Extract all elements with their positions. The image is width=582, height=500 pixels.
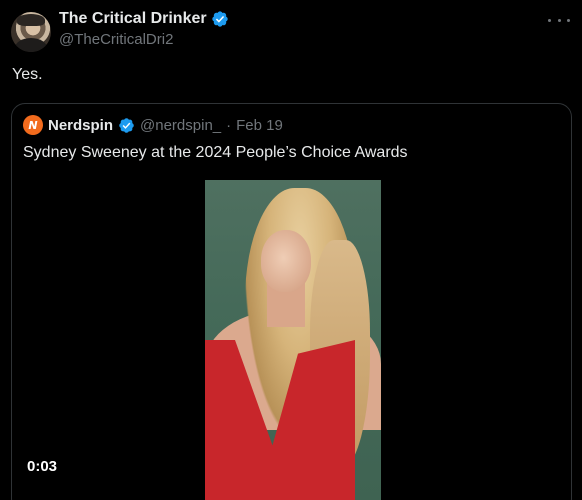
- more-dot: [548, 18, 551, 22]
- verified-badge-icon: [119, 117, 134, 133]
- author-avatar[interactable]: [11, 12, 51, 52]
- avatar-body: [15, 38, 47, 52]
- quote-text: Sydney Sweeney at the 2024 People’s Choi…: [23, 144, 408, 161]
- more-dot: [567, 18, 570, 22]
- author-name[interactable]: The Critical Drinker: [59, 10, 207, 28]
- more-horizontal-icon[interactable]: [548, 12, 570, 28]
- quoted-tweet[interactable]: N Nerdspin @nerdspin_ · Feb 19 Sydney Sw…: [11, 103, 572, 500]
- separator-dot: ·: [226, 116, 232, 134]
- nerdspin-avatar[interactable]: N: [23, 115, 43, 135]
- avatar-hat: [17, 14, 45, 26]
- video-timer: 0:03: [27, 458, 58, 475]
- author-row: The Critical Drinker: [59, 10, 229, 28]
- quote-author-name[interactable]: Nerdspin: [48, 117, 113, 134]
- photo-face: [261, 230, 311, 292]
- more-dot: [557, 18, 561, 22]
- tweet: The Critical Drinker @TheCriticalDri2 Ye…: [0, 0, 582, 500]
- tweet-text: Yes.: [12, 66, 43, 83]
- quote-date[interactable]: Feb 19: [236, 117, 283, 134]
- verified-badge-icon: [211, 11, 228, 27]
- quote-header: N Nerdspin @nerdspin_ · Feb 19: [23, 115, 283, 135]
- quote-author-handle[interactable]: @nerdspin_: [140, 117, 221, 134]
- video-thumbnail[interactable]: [205, 180, 381, 500]
- author-handle[interactable]: @TheCriticalDri2: [59, 31, 173, 48]
